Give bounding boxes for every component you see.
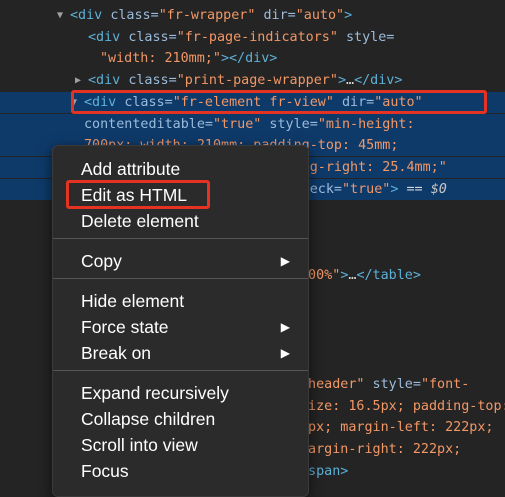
code-token: "font- (420, 376, 470, 392)
menu-item-label: Collapse children (81, 409, 216, 429)
menu-item-expand-recursively[interactable]: Expand recursively (53, 380, 308, 406)
submenu-arrow-icon: ▶ (280, 320, 290, 334)
menu-item-scroll-into-view[interactable]: Scroll into view (53, 432, 308, 458)
menu-item-force-state[interactable]: Force state ▶ (53, 314, 308, 340)
code-token: <div (88, 73, 129, 89)
menu-item-label: Focus (81, 461, 129, 481)
menu-item-label: Force state (81, 317, 169, 337)
menu-item-label: Scroll into view (81, 435, 198, 455)
edit-as-html-annotation (66, 180, 210, 209)
code-token: style= (337, 29, 395, 45)
code-token: size: 16.5px; padding-top: (300, 398, 505, 414)
menu-item-label: Delete element (81, 211, 199, 231)
submenu-arrow-icon: ▶ (280, 254, 290, 268)
code-token: $0 (430, 181, 447, 197)
code-token: <div (70, 8, 111, 23)
code-token: 0px; margin-left: 222px; (300, 420, 494, 436)
code-token: class= (110, 8, 159, 23)
code-token: contenteditable= (84, 116, 213, 132)
code-token: class= (128, 73, 177, 89)
menu-separator (53, 238, 308, 239)
menu-item-label: Break on (81, 343, 152, 363)
menu-item-label: Expand recursively (81, 383, 229, 403)
code-token: "header" (300, 376, 365, 392)
menu-item-focus[interactable]: Focus (53, 458, 308, 484)
triangle-right-icon[interactable]: ▶ (75, 70, 81, 91)
menu-item-label: Hide element (81, 291, 185, 311)
code-token: style= (261, 116, 318, 132)
code-token: "true" (342, 181, 391, 197)
menu-separator (53, 370, 308, 371)
submenu-arrow-icon: ▶ (280, 346, 290, 360)
code-token: "true" (213, 116, 262, 132)
dom-node-line[interactable]: <div class="fr-page-indicators" style= (0, 27, 505, 48)
menu-item-copy[interactable]: Copy ▶ (53, 248, 308, 274)
code-token: margin-right: 222px; (300, 442, 462, 457)
code-token: <div (88, 29, 129, 45)
code-token: > (344, 8, 353, 23)
dom-node-line[interactable]: ▼ <div class="fr-wrapper" dir="auto"> (0, 5, 505, 26)
triangle-down-icon[interactable]: ▼ (57, 5, 63, 26)
code-token: class= (128, 29, 177, 45)
code-token: "fr-page-indicators" (176, 29, 338, 45)
selected-element-annotation (71, 89, 487, 115)
code-token: </div> (354, 73, 403, 89)
code-token: == (398, 181, 431, 197)
code-token: </table> (356, 268, 421, 284)
selected-dom-node-line[interactable]: contenteditable="true" style="min-height… (0, 113, 505, 135)
dom-node-line[interactable]: "width: 210mm;"></div> (0, 48, 505, 69)
code-token: "auto" (295, 8, 345, 23)
code-token: style= (364, 376, 421, 392)
menu-item-break-on[interactable]: Break on ▶ (53, 340, 308, 366)
code-token: dir= (255, 8, 296, 23)
menu-item-add-attribute[interactable]: Add attribute (53, 156, 308, 182)
code-token: > (337, 73, 346, 89)
menu-item-label: Copy (81, 251, 122, 271)
code-token: ></div> (220, 51, 278, 67)
menu-item-label: Add attribute (81, 159, 181, 179)
code-token: "fr-wrapper" (158, 8, 256, 23)
menu-separator (53, 278, 308, 279)
menu-item-hide-element[interactable]: Hide element (53, 288, 308, 314)
menu-item-delete-element[interactable]: Delete element (53, 208, 308, 234)
code-token: "min-height: (317, 116, 415, 132)
code-token: "print-page-wrapper" (176, 73, 338, 89)
dom-node-line[interactable]: ▶ <div class="print-page-wrapper">…</div> (0, 70, 505, 91)
code-token: … (346, 73, 355, 89)
menu-item-collapse-children[interactable]: Collapse children (53, 406, 308, 432)
code-token: "width: 210mm;" (100, 51, 221, 67)
